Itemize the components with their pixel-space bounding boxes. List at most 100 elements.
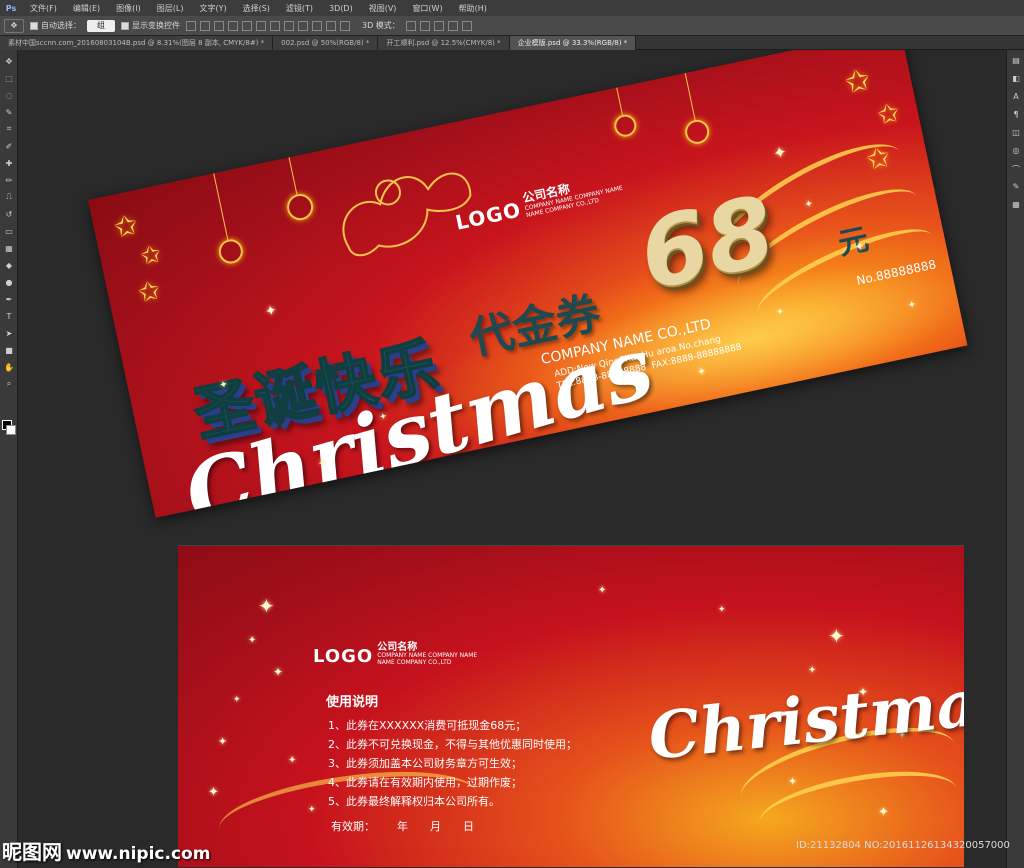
gradient-tool-icon[interactable]: ▦ bbox=[3, 242, 15, 254]
tab-doc-3[interactable]: 开工顺利.psd @ 12.5%(CMYK/8) * bbox=[378, 36, 510, 50]
background-color-swatch[interactable] bbox=[6, 425, 16, 435]
menu-window[interactable]: 窗口(W) bbox=[404, 3, 450, 14]
menu-view[interactable]: 视图(V) bbox=[361, 3, 405, 14]
auto-select-option[interactable]: 自动选择： bbox=[30, 20, 81, 31]
align-middle-icon[interactable] bbox=[200, 20, 210, 31]
tab-doc-2[interactable]: 002.psd @ 50%(RGB/8) * bbox=[273, 36, 379, 50]
mode-3d-buttons bbox=[405, 20, 472, 31]
logo-text: LOGO bbox=[313, 645, 374, 667]
roll-3d-icon[interactable] bbox=[419, 20, 430, 31]
character-panel-icon[interactable]: A bbox=[1010, 92, 1022, 104]
auto-select-label: 自动选择： bbox=[41, 21, 81, 30]
paths-panel-icon[interactable]: ⌒ bbox=[1010, 164, 1022, 176]
slide-3d-icon[interactable] bbox=[447, 20, 458, 31]
align-bottom-icon[interactable] bbox=[214, 20, 224, 31]
menu-type[interactable]: 文字(Y) bbox=[191, 3, 234, 14]
history-panel-icon[interactable]: ▤ bbox=[1010, 56, 1022, 68]
sparkle-icon: ✦ bbox=[853, 238, 866, 255]
move-tool-icon[interactable]: ✥ bbox=[4, 18, 24, 33]
brush-panel-icon[interactable]: ✎ bbox=[1010, 182, 1022, 194]
align-center-icon[interactable] bbox=[242, 20, 252, 31]
menu-file[interactable]: 文件(F) bbox=[22, 3, 65, 14]
ornament-string bbox=[616, 87, 624, 118]
distribute-top-icon[interactable] bbox=[270, 20, 280, 31]
align-right-icon[interactable] bbox=[256, 20, 266, 31]
sparkle-icon: ✦ bbox=[788, 775, 798, 788]
quick-select-tool-icon[interactable]: ✎ bbox=[3, 106, 15, 118]
sparkle-icon: ✦ bbox=[273, 665, 284, 679]
marquee-tool-icon[interactable]: ⬚ bbox=[3, 72, 15, 84]
sparkle-icon: ✦ bbox=[316, 455, 330, 471]
show-transform-checkbox[interactable] bbox=[121, 21, 129, 30]
dodge-tool-icon[interactable]: ● bbox=[3, 276, 15, 288]
voucher-back: ✦ ✦ ✦ ✦ ✦ ✦ ✦ ✦ ✦ ✦ ✦ ✦ ✦ ✦ ✦ ✦ LOGO 公司名… bbox=[178, 545, 964, 867]
crop-tool-icon[interactable]: ⌗ bbox=[3, 123, 15, 135]
layers-panel-icon[interactable]: ◫ bbox=[1010, 128, 1022, 140]
star-outline-icon: ✩ bbox=[135, 275, 164, 310]
menu-3d[interactable]: 3D(D) bbox=[321, 4, 361, 13]
distribute-center-icon[interactable] bbox=[326, 20, 336, 31]
show-transform-label: 显示变换控件 bbox=[132, 21, 180, 30]
align-top-icon[interactable] bbox=[186, 20, 196, 31]
align-left-icon[interactable] bbox=[228, 20, 238, 31]
usage-rule: 4、此券请在有效期内使用，过期作废； bbox=[328, 776, 522, 789]
auto-select-dropdown[interactable]: 组 bbox=[87, 19, 115, 32]
eraser-tool-icon[interactable]: ▭ bbox=[3, 225, 15, 237]
paragraph-panel-icon[interactable]: ¶ bbox=[1010, 110, 1022, 122]
properties-panel-icon[interactable]: ◧ bbox=[1010, 74, 1022, 86]
menu-filter[interactable]: 滤镜(T) bbox=[278, 3, 321, 14]
sparkle-icon: ✦ bbox=[718, 605, 726, 615]
canvas-area[interactable]: LOGO 公司名称 COMPANY NAME COMPANY NAME NAME… bbox=[18, 50, 1006, 868]
usage-rule: 3、此券须加盖本公司财务章方可生效； bbox=[328, 757, 522, 770]
distribute-right-icon[interactable] bbox=[340, 20, 350, 31]
distribute-middle-icon[interactable] bbox=[284, 20, 294, 31]
right-panel-strip: ▤ ◧ A ¶ ◫ ◎ ⌒ ✎ ▦ bbox=[1006, 50, 1024, 868]
ornament-string bbox=[684, 72, 697, 123]
shape-tool-icon[interactable]: ■ bbox=[3, 344, 15, 356]
sparkle-icon: ✦ bbox=[695, 364, 708, 379]
scale-3d-icon[interactable] bbox=[461, 20, 472, 31]
sparkle-icon: ✦ bbox=[288, 755, 297, 766]
hand-tool-icon[interactable]: ✋ bbox=[3, 361, 15, 373]
eyedropper-tool-icon[interactable]: ✐ bbox=[3, 140, 15, 152]
brush-tool-icon[interactable]: ✏ bbox=[3, 174, 15, 186]
menu-select[interactable]: 选择(S) bbox=[235, 3, 278, 14]
usage-rule: 5、此券最终解释权归本公司所有。 bbox=[328, 795, 500, 808]
menu-bar: Ps 文件(F) 编辑(E) 图像(I) 图层(L) 文字(Y) 选择(S) 滤… bbox=[0, 0, 1024, 16]
swatches-panel-icon[interactable]: ▦ bbox=[1010, 200, 1022, 212]
lasso-tool-icon[interactable]: ◌ bbox=[3, 89, 15, 101]
healing-tool-icon[interactable]: ✚ bbox=[3, 157, 15, 169]
menu-help[interactable]: 帮助(H) bbox=[451, 3, 495, 14]
star-outline-icon: ✩ bbox=[111, 207, 141, 245]
sparkle-icon: ✦ bbox=[775, 306, 786, 319]
rotate-3d-icon[interactable] bbox=[405, 20, 416, 31]
company-name-block: 公司名称 COMPANY NAME COMPANY NAME NAME COMP… bbox=[521, 169, 625, 220]
show-transform-option[interactable]: 显示变换控件 bbox=[121, 20, 180, 31]
validity-line: 有效期： 年 月 日 bbox=[331, 818, 474, 834]
photoshop-logo: Ps bbox=[5, 3, 17, 13]
type-tool-icon[interactable]: T bbox=[3, 310, 15, 322]
sparkle-icon: ✦ bbox=[878, 805, 889, 820]
pen-tool-icon[interactable]: ✒ bbox=[3, 293, 15, 305]
channels-panel-icon[interactable]: ◎ bbox=[1010, 146, 1022, 158]
distribute-bottom-icon[interactable] bbox=[298, 20, 308, 31]
bell-ornament-icon bbox=[612, 112, 639, 139]
stamp-tool-icon[interactable]: ⎍ bbox=[3, 191, 15, 203]
history-brush-tool-icon[interactable]: ↺ bbox=[3, 208, 15, 220]
tab-doc-1[interactable]: 素材中国sccnn.com_20160803104B.psd @ 8.31%(图… bbox=[0, 36, 274, 50]
blur-tool-icon[interactable]: ◆ bbox=[3, 259, 15, 271]
menu-layer[interactable]: 图层(L) bbox=[149, 3, 192, 14]
sparkle-icon: ✦ bbox=[263, 302, 279, 321]
sparkle-icon: ✦ bbox=[208, 785, 219, 800]
drag-3d-icon[interactable] bbox=[433, 20, 444, 31]
distribute-left-icon[interactable] bbox=[312, 20, 322, 31]
validity-month: 月 bbox=[430, 820, 441, 833]
bell-ornament-icon bbox=[284, 191, 316, 223]
path-select-tool-icon[interactable]: ➤ bbox=[3, 327, 15, 339]
menu-image[interactable]: 图像(I) bbox=[108, 3, 149, 14]
zoom-tool-icon[interactable]: ⌕ bbox=[3, 378, 15, 390]
move-tool-icon[interactable]: ✥ bbox=[3, 55, 15, 67]
auto-select-checkbox[interactable] bbox=[30, 21, 38, 30]
menu-edit[interactable]: 编辑(E) bbox=[65, 3, 108, 14]
tab-doc-active[interactable]: 企业模版.psd @ 33.3%(RGB/8) * bbox=[509, 36, 637, 50]
